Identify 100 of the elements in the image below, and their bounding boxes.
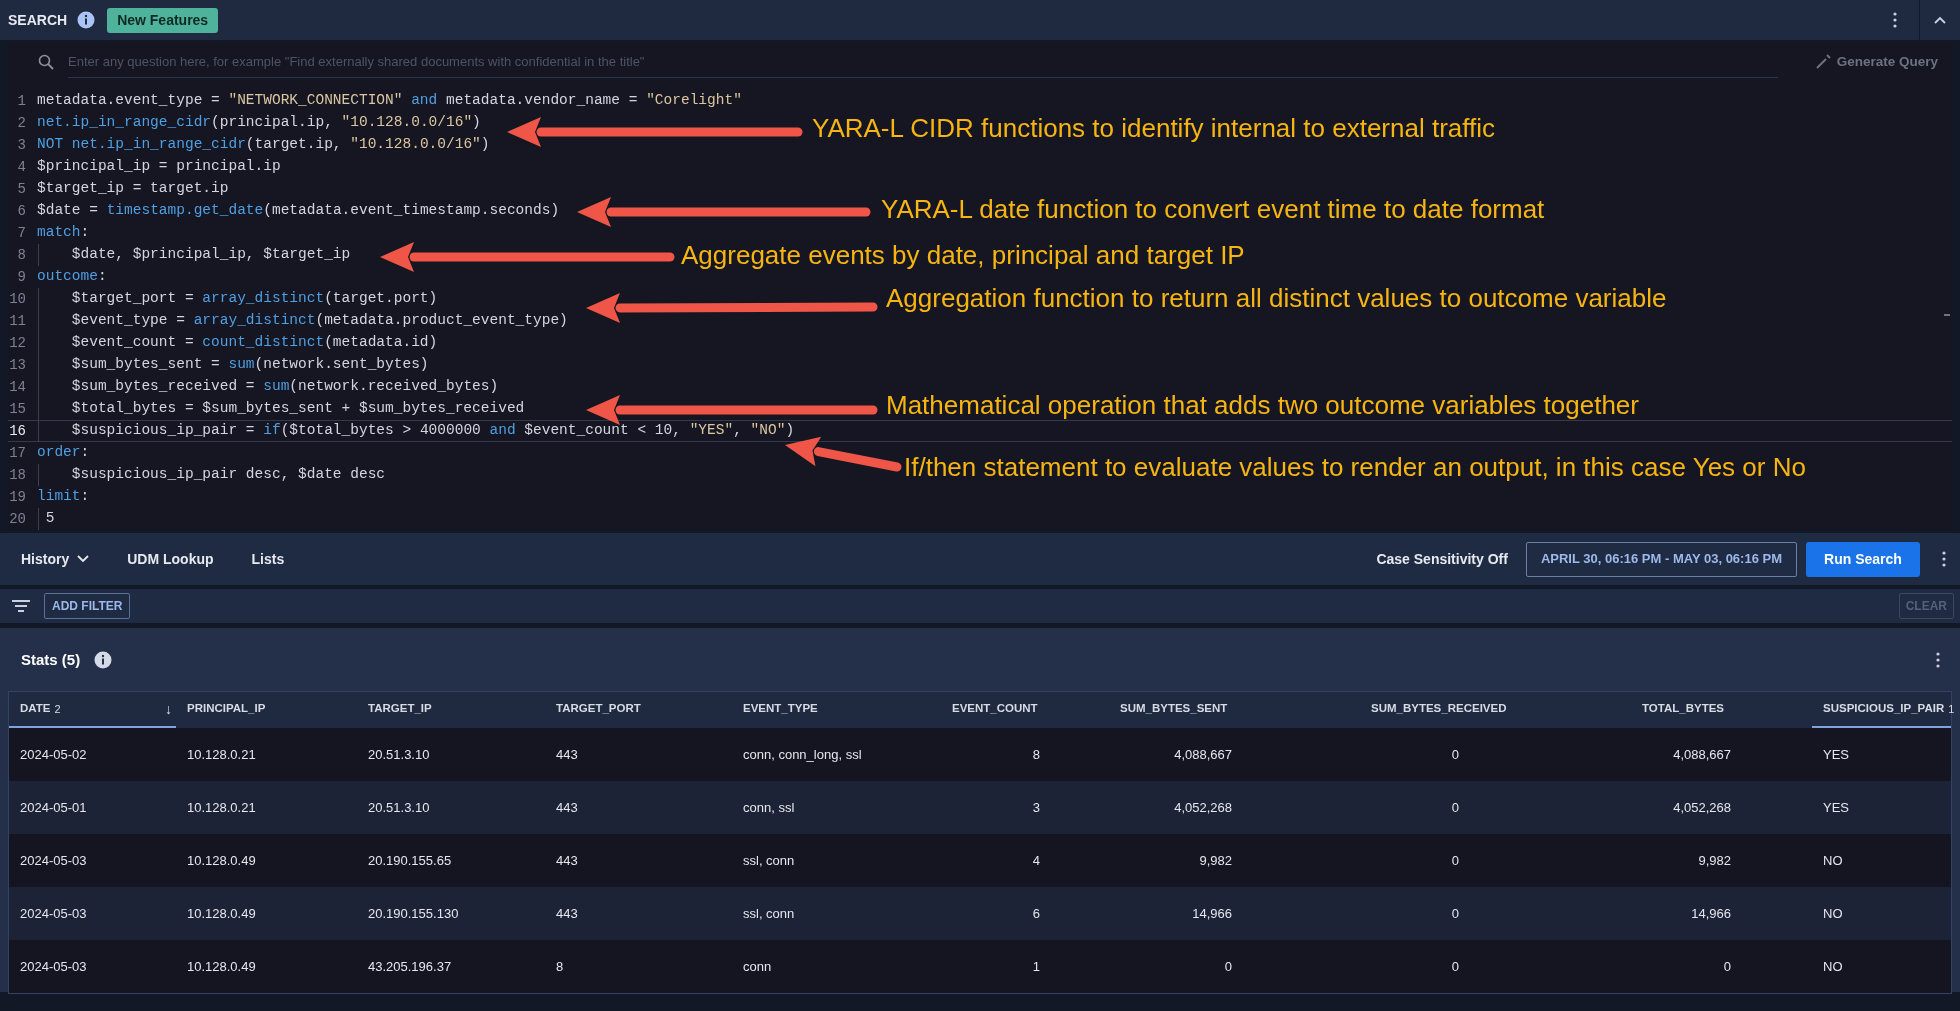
more-icon[interactable] bbox=[1893, 12, 1897, 28]
table-cell: 4,088,667 bbox=[1673, 746, 1731, 762]
table-cell: YES bbox=[1823, 799, 1849, 815]
code-line: net.ip_in_range_cidr(principal.ip, "10.128.0.0/16") bbox=[37, 113, 481, 133]
table-cell: ssl, conn bbox=[743, 905, 795, 921]
time-range-button[interactable]: APRIL 30, 06:16 PM - MAY 03, 06:16 PM bbox=[1525, 541, 1797, 577]
table-cell: 8 bbox=[556, 958, 564, 974]
line-number: 18 bbox=[8, 465, 26, 485]
annotation-text: If/then statement to evaluate values to render an output, in this case Yes or No bbox=[904, 451, 1806, 483]
table-cell: 0 bbox=[1451, 958, 1459, 974]
column-header[interactable]: TARGET_PORT bbox=[545, 692, 732, 728]
line-number: 8 bbox=[16, 245, 26, 265]
stats-title: Stats (5) bbox=[21, 649, 81, 670]
more-icon[interactable] bbox=[1942, 551, 1946, 567]
table-cell: 20.190.155.130 bbox=[368, 905, 459, 921]
table-cell: 0 bbox=[1451, 852, 1459, 868]
wand-icon bbox=[1814, 54, 1831, 70]
code-line: $event_type = array_distinct(metadata.product_event_type) bbox=[37, 310, 568, 332]
table-cell: NO bbox=[1823, 852, 1843, 868]
table-cell: 0 bbox=[1451, 746, 1459, 762]
line-number: 17 bbox=[8, 443, 26, 463]
table-cell: 9,982 bbox=[1698, 852, 1731, 868]
line-number: 10 bbox=[8, 289, 26, 309]
toolbar-tab[interactable]: UDM Lookup bbox=[127, 548, 214, 570]
filter-icon[interactable] bbox=[12, 600, 30, 612]
annotation-text: YARA-L CIDR functions to identify internal to external traffic bbox=[812, 112, 1496, 144]
line-number: 12 bbox=[8, 333, 26, 353]
info-icon[interactable] bbox=[77, 11, 96, 29]
more-icon[interactable] bbox=[1936, 652, 1940, 668]
table-cell: YES bbox=[1823, 746, 1849, 762]
table-cell: 2024-05-03 bbox=[20, 905, 87, 921]
run-search-button[interactable]: Run Search bbox=[1806, 541, 1920, 577]
code-line: $date, $principal_ip, $target_ip bbox=[37, 244, 351, 266]
case-sensitivity-toggle[interactable]: Case Sensitivity Off bbox=[1376, 548, 1508, 570]
line-number: 3 bbox=[16, 135, 26, 155]
column-header[interactable]: EVENT_COUNT bbox=[941, 692, 1109, 728]
line-number: 1 bbox=[16, 91, 26, 111]
table-cell: 14,966 bbox=[1192, 905, 1232, 921]
table-cell: 6 bbox=[1032, 905, 1040, 921]
table-cell: 0 bbox=[1224, 958, 1232, 974]
search-icon bbox=[38, 54, 54, 70]
column-header[interactable]: TOTAL_BYTES bbox=[1631, 692, 1812, 728]
table-cell: 10.128.0.21 bbox=[187, 799, 256, 815]
column-header[interactable]: SUM_BYTES_RECEIVED bbox=[1360, 692, 1631, 728]
code-line: NOT net.ip_in_range_cidr(target.ip, "10.128.0.0/16") bbox=[37, 135, 490, 155]
code-line: $suspicious_ip_pair desc, $date desc bbox=[37, 464, 386, 486]
table-cell: 443 bbox=[556, 852, 578, 868]
code-line: $target_port = array_distinct(target.port) bbox=[37, 288, 438, 310]
code-line: $event_count = count_distinct(metadata.id) bbox=[37, 332, 438, 354]
add-filter-button[interactable]: ADD FILTER bbox=[44, 593, 131, 619]
table-cell: 4,052,268 bbox=[1673, 799, 1731, 815]
code-line: $principal_ip = principal.ip bbox=[37, 157, 281, 177]
table-cell: 1 bbox=[1032, 958, 1040, 974]
line-number: 11 bbox=[8, 311, 26, 331]
line-number: 15 bbox=[8, 399, 26, 419]
code-line: 5 bbox=[37, 508, 55, 530]
line-number: 4 bbox=[16, 157, 26, 177]
table-cell: NO bbox=[1823, 958, 1843, 974]
column-header[interactable]: PRINCIPAL_IP bbox=[176, 692, 357, 728]
toolbar-tab[interactable]: Lists bbox=[251, 548, 285, 570]
table-cell: 4,088,667 bbox=[1174, 746, 1232, 762]
line-number: 19 bbox=[8, 487, 26, 507]
table-cell: 20.190.155.65 bbox=[368, 852, 452, 868]
line-number: 14 bbox=[8, 377, 26, 397]
generate-query-button[interactable]: Generate Query bbox=[1814, 51, 1938, 73]
collapse-icon[interactable] bbox=[1934, 16, 1946, 24]
table-cell: conn bbox=[743, 958, 772, 974]
line-number: 20 bbox=[8, 509, 26, 529]
table-cell: 20.51.3.10 bbox=[368, 746, 430, 762]
table-cell: 443 bbox=[556, 746, 578, 762]
table-cell: 2024-05-01 bbox=[20, 799, 87, 815]
annotation-text: Mathematical operation that adds two outcome variables together bbox=[886, 389, 1639, 421]
code-line: $date = timestamp.get_date(metadata.event_timestamp.seconds) bbox=[37, 201, 560, 221]
table-cell: 4 bbox=[1032, 852, 1040, 868]
table-cell: 2024-05-02 bbox=[20, 746, 87, 762]
code-line: metadata.event_type = "NETWORK_CONNECTION" and metadata.vendor_name = "Corelight" bbox=[37, 91, 742, 111]
column-header[interactable]: SUM_BYTES_SENT bbox=[1109, 692, 1360, 728]
new-features-badge[interactable]: New Features bbox=[107, 7, 219, 33]
line-number: 9 bbox=[16, 267, 26, 287]
column-header[interactable]: EVENT_TYPE bbox=[732, 692, 941, 728]
table-cell: 3 bbox=[1032, 799, 1040, 815]
code-line: match: bbox=[37, 223, 90, 243]
column-header[interactable]: TARGET_IP bbox=[357, 692, 545, 728]
annotation-text: YARA-L date function to convert event time to date format bbox=[881, 193, 1545, 225]
code-line: order: bbox=[37, 443, 90, 463]
annotation-text: Aggregation function to return all distinct values to outcome variable bbox=[886, 282, 1667, 314]
code-line: $target_ip = target.ip bbox=[37, 179, 229, 199]
table-cell: 0 bbox=[1451, 799, 1459, 815]
info-icon[interactable] bbox=[94, 651, 113, 669]
line-number: 5 bbox=[16, 179, 26, 199]
table-cell: 20.51.3.10 bbox=[368, 799, 430, 815]
question-input-field[interactable]: Enter any question here, for example "Find externally shared documents with confidential in the title" bbox=[68, 46, 1778, 78]
code-line: $total_bytes = $sum_bytes_sent + $sum_bytes_received bbox=[37, 398, 525, 420]
line-number: 6 bbox=[16, 201, 26, 221]
code-line: limit: bbox=[37, 487, 90, 507]
toolbar-tab[interactable]: History bbox=[21, 548, 90, 570]
code-line: $sum_bytes_received = sum(network.received_bytes) bbox=[37, 376, 499, 398]
line-number: 16 bbox=[8, 421, 26, 441]
table-cell: 10.128.0.49 bbox=[187, 905, 256, 921]
table-cell: conn, conn_long, ssl bbox=[743, 746, 862, 762]
